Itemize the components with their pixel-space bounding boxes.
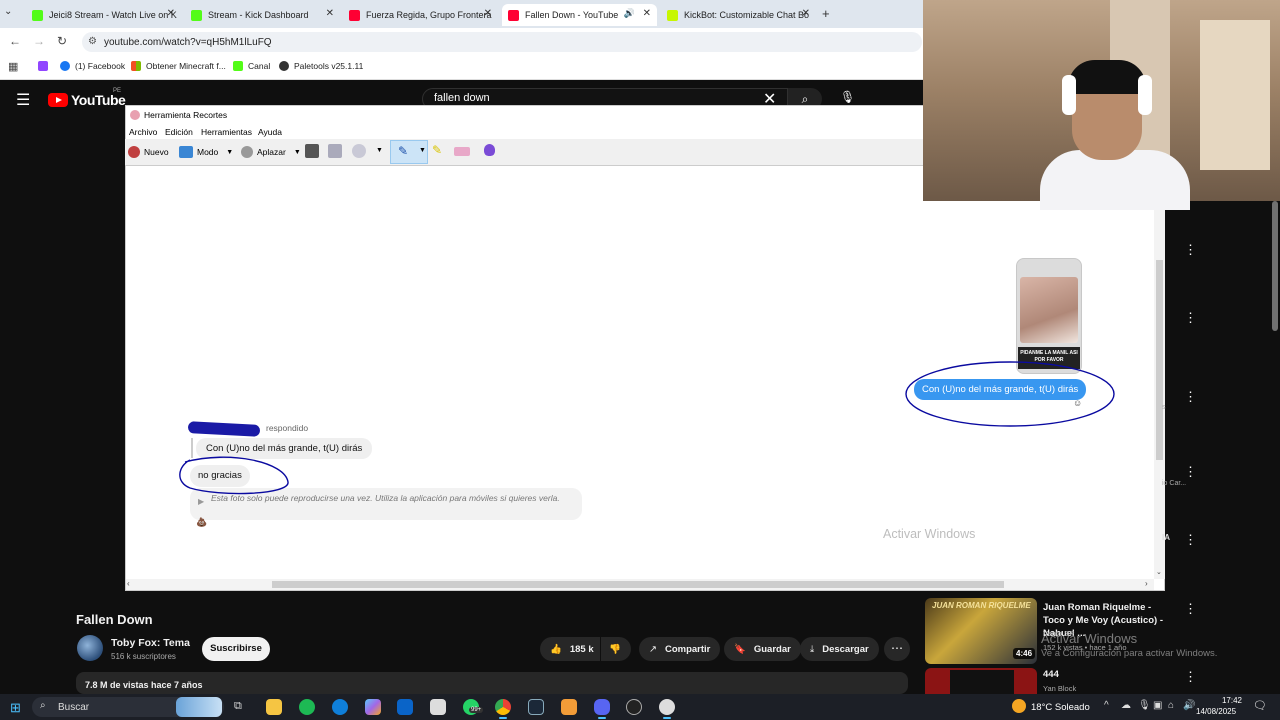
store-icon[interactable] [430,699,446,715]
microphone-icon[interactable]: 🎙 [1138,700,1151,711]
more-options-icon[interactable]: ⋮ [1184,464,1197,480]
views-and-date: 7.8 M de vistas hace 7 años [85,680,203,690]
clock-date[interactable]: 14/08/2025 [1196,707,1236,716]
like-button[interactable]: 👍 185 k [540,637,600,661]
edge-icon[interactable] [332,699,348,715]
scroll-down-icon[interactable]: ⌄ [1156,568,1162,576]
file-explorer-icon[interactable] [266,699,282,715]
subscriber-count: 516 k suscriptores [111,652,176,661]
rec-channel[interactable]: Yan Block [1043,684,1076,693]
share-icon: ↗ [649,643,657,655]
rec-partial-text: s [1162,404,1166,411]
more-options-icon[interactable]: ⋮ [1184,601,1197,617]
page-scrollbar-thumb[interactable] [1272,201,1278,331]
more-options-icon[interactable]: ⋮ [1184,532,1197,548]
show-hidden-icons[interactable]: ^ [1104,700,1109,711]
copilot-icon[interactable] [365,699,381,715]
more-actions-button[interactable]: ⋯ [884,637,910,661]
steam-icon[interactable] [528,699,544,715]
taskbar-search-placeholder[interactable]: Buscar [58,702,89,713]
whatsapp-badge: 99+ [469,707,484,713]
bookmark-icon: 🔖 [734,643,746,655]
outlook-icon[interactable] [397,699,413,715]
scroll-left-icon[interactable]: ‹ [127,579,130,588]
network-icon[interactable]: ⌂ [1168,700,1174,711]
weather-sun-icon[interactable] [1012,699,1026,713]
rec-title[interactable]: 444 [1043,669,1059,680]
rec-partial-text: io Car... [1162,480,1187,487]
search-icon: ⌕ [40,700,46,711]
dislike-button[interactable]: 👎 [601,637,631,661]
download-icon: ⤓ [810,643,815,655]
webcam-person-hair [1068,60,1146,94]
more-options-icon[interactable]: ⋮ [1184,389,1197,405]
activate-windows-title: Activar Windows [1041,631,1138,646]
clock-time[interactable]: 17:42 [1208,696,1242,705]
rec-thumbnail-text: JUAN ROMAN RIQUELME [932,601,1031,610]
more-horizontal-icon: ⋯ [891,641,903,655]
more-options-icon[interactable]: ⋮ [1184,242,1197,258]
rec-thumbnail-art [950,670,1014,694]
spotify-icon[interactable] [299,699,315,715]
more-options-icon[interactable]: ⋮ [1184,669,1197,685]
thumbs-down-icon: 👎 [609,643,621,655]
webcam-background-wall [1200,20,1270,170]
tray-app-icon[interactable]: ▣ [1153,700,1162,711]
thumbs-up-icon: 👍 [550,643,562,655]
scroll-right-icon[interactable]: › [1145,579,1148,588]
headset-icon [1138,75,1152,115]
rec-partial-text: IA [1162,533,1170,542]
video-title: Fallen Down [76,612,153,627]
rec-duration: 4:46 [1013,648,1036,659]
annotation-circle-reply [179,456,289,495]
channel-avatar[interactable] [77,635,103,661]
search-highlight-art [176,697,222,717]
tray-app-icon[interactable]: ☁ [1121,700,1131,711]
horizontal-scroll-thumb[interactable] [272,581,1004,588]
headset-icon [1062,75,1076,115]
weather-text[interactable]: 18°C Soleado [1031,702,1090,713]
task-view-icon[interactable]: ⧉ [234,700,242,713]
activate-windows-watermark: Activar Windows [883,527,976,541]
save-button[interactable]: 🔖 Guardar [724,637,801,661]
discord-icon[interactable] [594,699,610,719]
channel-name[interactable]: Toby Fox: Tema [111,637,190,649]
annotation-circle-sent [905,361,1115,427]
notifications-icon[interactable]: 🗨 [1253,699,1267,712]
activate-windows-subtitle: Ve a Configuración para activar Windows. [1041,648,1218,659]
vertical-scroll-thumb[interactable] [1156,260,1163,460]
more-options-icon[interactable]: ⋮ [1184,310,1197,326]
subscribe-button[interactable]: Suscribirse [202,637,270,661]
volume-icon[interactable]: 🔊 [1183,700,1195,711]
obs-icon[interactable] [626,699,642,715]
app-icon[interactable] [561,699,577,715]
share-button[interactable]: ↗ Compartir [639,637,721,661]
chrome-icon[interactable] [495,699,511,719]
snipping-tool-taskbar-icon[interactable] [659,699,675,719]
download-button[interactable]: ⤓ Descargar [800,637,879,661]
windows-start-icon[interactable]: ⊞ [10,700,21,716]
